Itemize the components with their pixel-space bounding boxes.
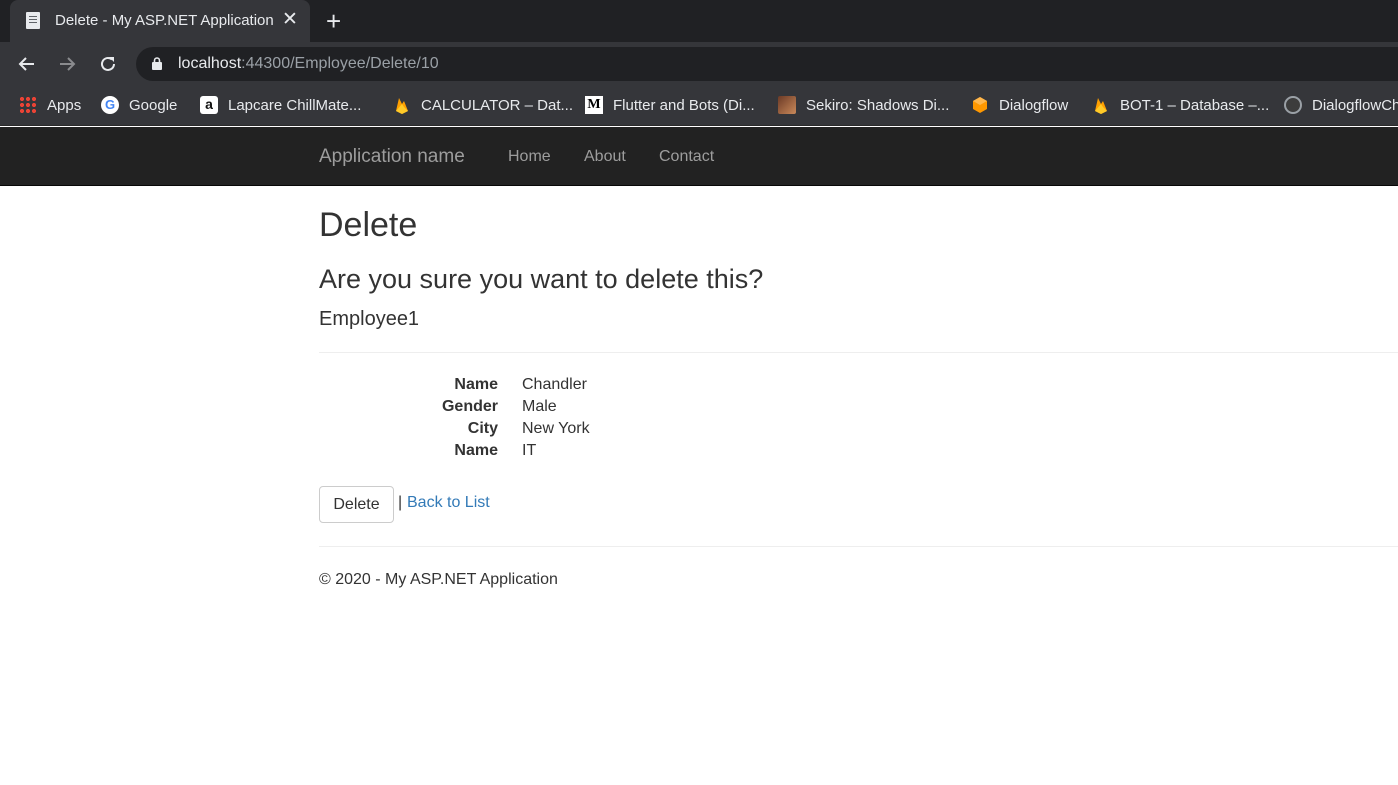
bookmarks-bar: Apps G Google a Lapcare ChillMate... CAL… — [0, 86, 1398, 126]
bookmark-label: Apps — [47, 96, 82, 114]
apps-grid-icon — [19, 96, 37, 114]
bookmark-label: Dialogflow — [999, 96, 1069, 114]
detail-label: City — [467, 420, 498, 437]
bookmark-apps[interactable]: Apps — [19, 86, 81, 124]
detail-row: Name IT — [319, 442, 919, 464]
footer-copyright: © 2020 - My ASP.NET Application — [319, 571, 558, 588]
bookmark-label: Lapcare ChillMate... — [228, 96, 362, 114]
google-icon: G — [101, 96, 119, 114]
divider — [319, 352, 1398, 353]
bookmark-dialogflow[interactable]: Dialogflow — [971, 86, 1068, 124]
nav-home-link[interactable]: Home — [508, 148, 551, 166]
new-tab-icon[interactable]: + — [326, 7, 341, 35]
detail-row: Gender Male — [319, 398, 919, 420]
bookmark-calculator[interactable]: CALCULATOR – Dat... — [393, 86, 573, 124]
delete-confirmation-text: Are you sure you want to delete this? — [319, 264, 764, 294]
url-host: localhost — [178, 55, 242, 72]
url-text: localhost:44300/Employee/Delete/10 — [178, 55, 439, 73]
close-tab-icon[interactable]: ✕ — [282, 9, 298, 31]
separator: | — [398, 494, 403, 511]
footer-divider — [319, 546, 1398, 547]
lock-icon — [152, 57, 162, 70]
nav-about-link[interactable]: About — [584, 148, 626, 166]
detail-value: Male — [522, 398, 557, 415]
brand-link[interactable]: Application name — [319, 146, 465, 168]
browser-toolbar: localhost:44300/Employee/Delete/10 — [0, 42, 1398, 86]
detail-row: City New York — [319, 420, 919, 442]
back-arrow-icon[interactable] — [13, 50, 41, 78]
reload-icon[interactable] — [94, 50, 122, 78]
tab-title: Delete - My ASP.NET Application — [55, 12, 274, 29]
nav-contact-link[interactable]: Contact — [659, 148, 714, 166]
detail-row: Name Chandler — [319, 376, 919, 398]
bookmark-sekiro[interactable]: Sekiro: Shadows Di... — [778, 86, 949, 124]
dialogflow-icon — [971, 96, 989, 114]
amazon-icon: a — [200, 96, 218, 114]
bookmark-label: Google — [129, 96, 178, 114]
url-path: :44300/Employee/Delete/10 — [241, 55, 439, 72]
bookmark-label: CALCULATOR – Dat... — [421, 96, 573, 114]
bookmark-dialogflowch[interactable]: DialogflowCh — [1284, 86, 1398, 124]
browser-tab[interactable]: Delete - My ASP.NET Application ✕ — [10, 0, 310, 42]
forward-arrow-icon[interactable] — [53, 50, 81, 78]
document-icon — [26, 12, 40, 29]
details-list: Name Chandler Gender Male City New York … — [319, 376, 919, 464]
bookmark-label: Flutter and Bots (Di... — [613, 96, 755, 114]
detail-label: Gender — [441, 398, 498, 415]
detail-label: Name — [454, 442, 498, 459]
bookmark-lapcare[interactable]: a Lapcare ChillMate... — [200, 86, 361, 124]
back-to-list-link[interactable]: Back to List — [407, 494, 490, 512]
detail-value: Chandler — [522, 376, 587, 393]
detail-value: New York — [522, 420, 590, 437]
page-title: Delete — [319, 206, 418, 244]
entity-name: Employee1 — [319, 308, 420, 330]
detail-label: Name — [454, 376, 498, 393]
firebase-icon — [393, 96, 411, 114]
firebase-icon — [1092, 96, 1110, 114]
github-icon — [1284, 96, 1302, 114]
detail-value: IT — [522, 442, 537, 459]
game-icon — [778, 96, 796, 114]
medium-icon: M — [585, 96, 603, 114]
bookmark-label: BOT-1 – Database –... — [1120, 96, 1270, 114]
bookmark-google[interactable]: G Google — [101, 86, 177, 124]
bookmark-bot1[interactable]: BOT-1 – Database –... — [1092, 86, 1269, 124]
delete-button[interactable]: Delete — [319, 486, 394, 523]
browser-tabstrip: Delete - My ASP.NET Application ✕ + — [0, 0, 1398, 42]
bookmark-label: DialogflowCh — [1312, 96, 1398, 114]
bookmark-label: Sekiro: Shadows Di... — [806, 96, 950, 114]
site-navbar: Application name Home About Contact — [0, 127, 1398, 186]
address-bar[interactable]: localhost:44300/Employee/Delete/10 — [136, 47, 1398, 81]
bookmark-flutter-bots[interactable]: M Flutter and Bots (Di... — [585, 86, 755, 124]
